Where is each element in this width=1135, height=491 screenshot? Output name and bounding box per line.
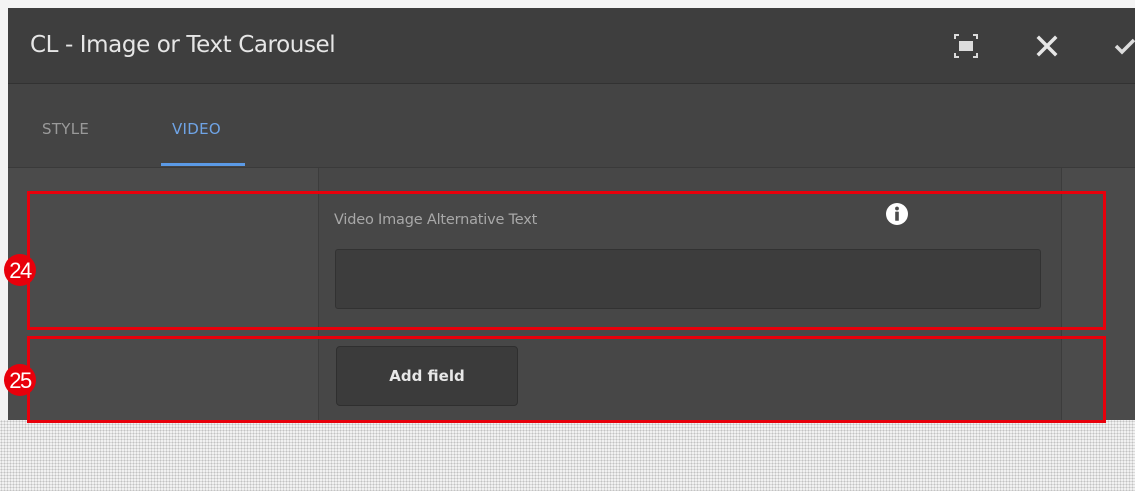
tab-style[interactable]: STYLE [42,120,89,138]
close-button[interactable] [1031,30,1063,62]
dialog-titlebar: CL - Image or Text Carousel [8,8,1135,84]
annotation-box-24 [27,191,1106,330]
checkmark-icon [1114,38,1135,55]
dialog-title: CL - Image or Text Carousel [30,32,336,58]
background-page-pattern [0,420,1135,491]
close-icon [1036,35,1058,57]
fullscreen-button[interactable] [950,30,982,62]
annotation-badge-24: 24 [4,254,36,286]
fullscreen-icon [954,34,978,58]
annotation-badge-25: 25 [4,364,36,396]
annotation-box-25 [27,336,1106,423]
active-tab-indicator [161,163,245,166]
done-button[interactable] [1108,30,1135,62]
tab-video[interactable]: VIDEO [172,120,221,138]
tab-bar: STYLE VIDEO [8,84,1135,168]
